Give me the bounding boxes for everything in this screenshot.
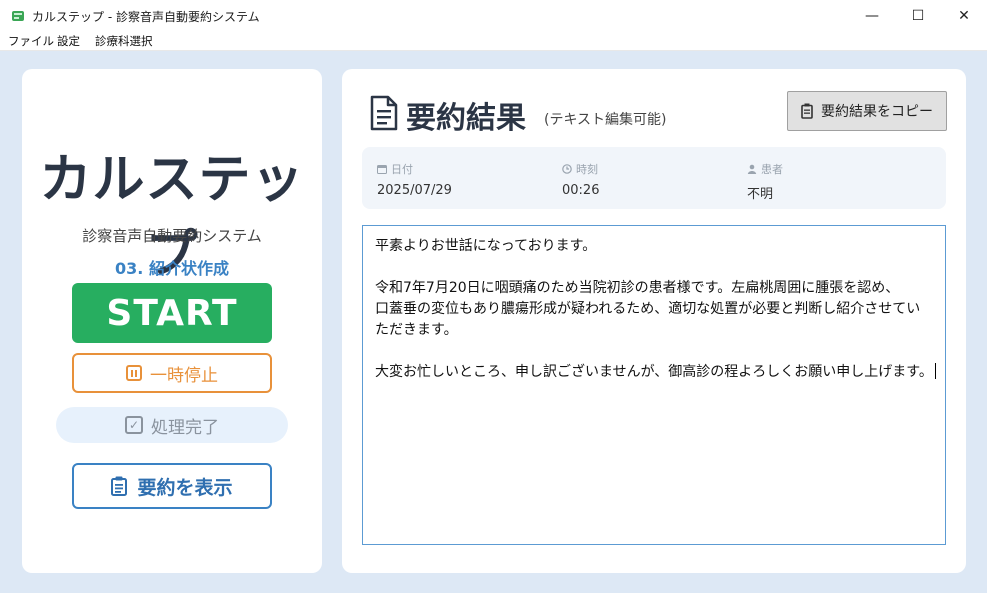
date-value: 2025/07/29 [377, 183, 452, 198]
record-info: 日付 2025/07/29 時刻 00:26 患者 不明 [362, 147, 946, 209]
editor-paragraph-last: 大変お忙しいところ、申し訳ございませんが、御高診の程よろしくお願い申し上げます。 [375, 362, 940, 383]
show-summary-button[interactable]: 要約を表示 [72, 463, 272, 509]
pause-label: 一時停止 [150, 365, 218, 386]
title-bar: カルステップ - 診察音声自動要約システム — ☐ ✕ [0, 0, 987, 32]
menu-file[interactable]: ファイル [8, 33, 54, 49]
close-icon: ✕ [958, 8, 970, 24]
maximize-button[interactable]: ☐ [895, 0, 941, 32]
app-icon [12, 11, 24, 21]
patient-value: 不明 [747, 187, 774, 202]
clock-icon [562, 164, 572, 174]
brand-subtitle: 診察音声自動要約システム [82, 227, 262, 245]
clipboard-icon [801, 103, 813, 119]
time-field: 時刻 00:26 [562, 161, 599, 198]
editor-paragraph: 平素よりお世話になっております。 [375, 238, 597, 254]
minimize-icon: — [865, 8, 879, 24]
editor-paragraph: ただきます。 [375, 322, 458, 338]
summary-text-editor[interactable]: 平素よりお世話になっております。 令和7年7月20日に咽頭痛のため当院初診の患者… [362, 225, 946, 545]
document-icon [370, 95, 398, 131]
menu-department[interactable]: 診療科選択 [95, 33, 153, 49]
start-button[interactable]: START [72, 283, 272, 343]
mode-label: 03. 紹介状作成 [115, 259, 229, 278]
text-caret [934, 363, 936, 379]
date-label: 日付 [391, 163, 413, 176]
date-field: 日付 2025/07/29 [377, 161, 452, 198]
person-icon [747, 164, 757, 174]
window-title: カルステップ - 診察音声自動要約システム [32, 10, 260, 24]
status-label: 処理完了 [151, 417, 219, 438]
pause-button[interactable]: 一時停止 [72, 353, 272, 393]
patient-label: 患者 [761, 163, 783, 176]
start-label: START [106, 292, 238, 334]
close-button[interactable]: ✕ [941, 0, 987, 32]
maximize-icon: ☐ [911, 8, 925, 24]
time-label: 時刻 [576, 163, 598, 176]
summary-title: 要約結果 [406, 101, 526, 136]
editor-paragraph: 令和7年7月20日に咽頭痛のため当院初診の患者様です。左扁桃周囲に腫張を認め、 [375, 280, 900, 296]
minimize-button[interactable]: — [849, 0, 895, 32]
menu-bar: ファイル 設定 診療科選択 [0, 32, 987, 51]
check-icon: ✓ [125, 416, 143, 434]
clipboard-icon [111, 476, 128, 496]
menu-settings[interactable]: 設定 [57, 33, 80, 49]
main-content: カルステップ 診察音声自動要約システム 03. 紹介状作成 START 一時停止… [0, 51, 987, 593]
summary-panel: 要約結果 (テキスト編集可能) 要約結果をコピー 日付 2025/07/29 時… [342, 69, 966, 573]
time-value: 00:26 [562, 183, 600, 198]
status-badge: ✓ 処理完了 [56, 407, 288, 443]
copy-summary-label: 要約結果をコピー [821, 104, 933, 120]
calendar-icon [377, 165, 387, 174]
editor-paragraph: 口蓋垂の変位もあり膿瘍形成が疑われるため、適切な処置が必要と判断し紹介させてい [375, 301, 921, 317]
copy-summary-button[interactable]: 要約結果をコピー [787, 91, 947, 131]
editable-note: (テキスト編集可能) [544, 112, 667, 128]
pause-icon [126, 365, 142, 381]
editor-last-line: 大変お忙しいところ、申し訳ございませんが、御高診の程よろしくお願い申し上げます。 [375, 364, 933, 380]
control-panel: カルステップ 診察音声自動要約システム 03. 紹介状作成 START 一時停止… [22, 69, 322, 573]
show-summary-label: 要約を表示 [137, 476, 233, 499]
patient-field: 患者 不明 [747, 161, 783, 202]
